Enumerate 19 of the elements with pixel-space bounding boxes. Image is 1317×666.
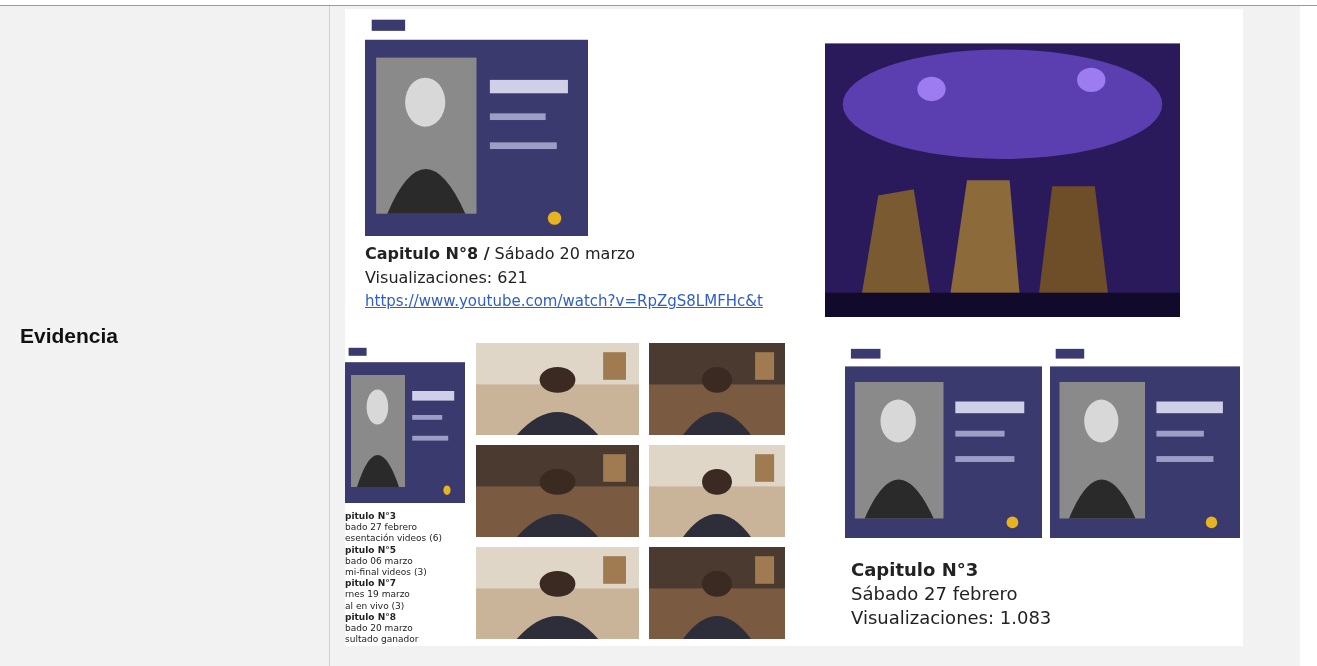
chapter-heading: pitulo N°3 — [345, 511, 397, 523]
video-link[interactable]: https://www.youtube.com/watch?v=RpZgS8LMFHc&t — [365, 290, 763, 313]
chapter-detail: bado 20 marzo — [345, 623, 414, 635]
chapter-detail: rnes 19 marzo — [345, 589, 411, 601]
chapter-heading: pitulo N°8 — [345, 611, 397, 624]
chapter-detail: bado 06 marzo — [345, 555, 414, 567]
chapter-detail: sultado ganador — [345, 634, 420, 646]
chapter-heading: pitulo N°5 — [345, 544, 397, 556]
chapter-detail: al en vivo (3) — [345, 600, 406, 612]
caption-date: Sábado 27 febrero — [851, 582, 1019, 606]
caption-title: Capitulo N°3 — [851, 558, 980, 582]
chapter-detail: mi-final videos (3) — [345, 567, 428, 579]
chapter-detail: bado 27 febrero — [345, 522, 419, 533]
caption-views: Visualizaciones: 621 — [365, 267, 529, 289]
chapter-heading: pitulo N°7 — [345, 578, 397, 590]
row-label: Evidencia — [20, 323, 119, 350]
caption-views: Visualizaciones: 1.083 — [851, 606, 1053, 630]
caption-title: Capitulo N°8 / Sábado 20 marzo — [365, 243, 637, 265]
chapter-detail: esentación videos (6) — [345, 533, 443, 545]
